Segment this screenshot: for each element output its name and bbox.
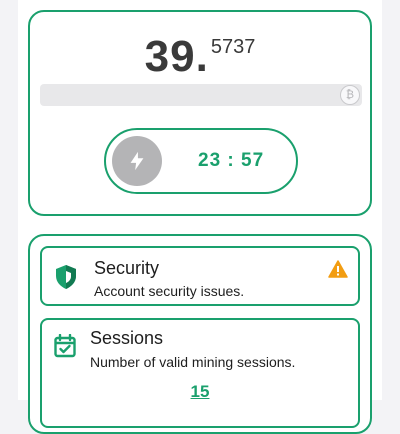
balance-integer: 39.: [144, 32, 209, 81]
lightning-bolt-icon: [130, 151, 144, 171]
calendar-check-icon: [54, 334, 76, 358]
balance-card: 39. 5737 ₿ 23 : 57: [28, 10, 372, 216]
security-item[interactable]: Security Account security issues.: [40, 246, 360, 306]
sessions-title: Sessions: [90, 328, 164, 348]
mining-timer: 23 : 57: [198, 150, 265, 171]
sessions-item[interactable]: Sessions Number of valid mining sessions…: [40, 318, 360, 428]
mining-progress-bar: ₿: [40, 84, 362, 106]
security-title: Security: [94, 258, 160, 278]
coin-icon: ₿: [340, 85, 360, 105]
sessions-subtitle: Number of valid mining sessions.: [90, 354, 296, 370]
balance-decimal: 5737: [210, 36, 256, 58]
status-card: Security Account security issues. Sessio…: [28, 234, 372, 434]
security-subtitle: Account security issues.: [94, 283, 245, 299]
balance-display: 39. 5737: [30, 32, 370, 82]
warning-triangle-icon: [328, 260, 348, 278]
sessions-count-link[interactable]: 15: [42, 382, 358, 402]
mining-toggle[interactable]: 23 : 57: [104, 128, 298, 194]
mine-button[interactable]: [112, 136, 162, 186]
shield-icon: [56, 265, 76, 289]
